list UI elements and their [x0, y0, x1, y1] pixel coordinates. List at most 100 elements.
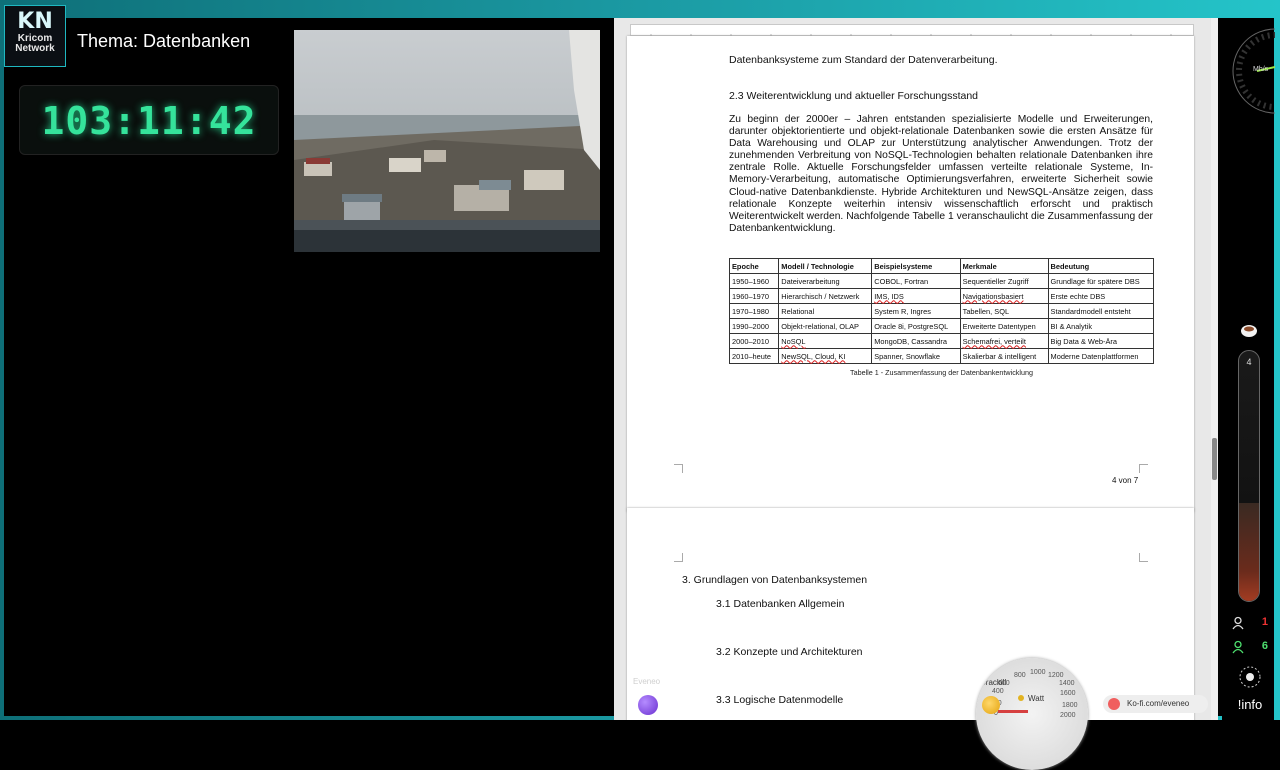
gauge-tick: 600	[998, 680, 1010, 687]
table-cell: NewSQL, Cloud, KI	[778, 348, 873, 364]
table-cell: Moderne Datenplattformen	[1047, 348, 1155, 364]
page-number-field: 4 von 7	[1112, 476, 1139, 485]
table-cell: Sequentieller Zugriff	[959, 273, 1049, 289]
previous-text-line: Datenbanksysteme zum Standard der Datenv…	[729, 54, 998, 66]
chapter-heading-3: 3. Grundlagen von Datenbanksystemen	[682, 574, 868, 586]
kricom-network-logo: KN Kricom Network	[4, 5, 66, 67]
coffee-meter-fill	[1239, 503, 1259, 601]
info-label: !info	[1237, 697, 1263, 712]
sparkle-icon	[1239, 666, 1261, 688]
body-paragraph[interactable]: Zu beginn der 2000er – Jahren entstanden…	[729, 114, 1153, 235]
viewer-count: 1	[1261, 616, 1268, 628]
table-cell: IMS, IDS	[871, 288, 961, 304]
coffee-meter: 4	[1238, 350, 1260, 602]
timer-value: 103:11:42	[41, 99, 257, 143]
gauge-tick: 1200	[1048, 672, 1064, 679]
document-page-4[interactable]: Datenbanksysteme zum Standard der Datenv…	[627, 36, 1194, 512]
table-cell: Hierarchisch / Netzwerk	[778, 288, 873, 304]
table-row: 1950–1960 Dateiverarbeitung COBOL, Fortr…	[728, 273, 1155, 289]
table-cell: MongoDB, Cassandra	[871, 333, 961, 349]
table-cell: NoSQL	[778, 333, 873, 349]
info-command-box: !info	[1228, 660, 1272, 716]
table-cell: 2010–heute	[728, 348, 780, 364]
webcam-landscape-image	[294, 30, 600, 252]
table-cell: 2000–2010	[728, 333, 780, 349]
gauge-tick: 800	[1014, 672, 1026, 679]
table-cell: Erste echte DBS	[1047, 288, 1155, 304]
topic-title: Thema: Datenbanken	[77, 31, 251, 51]
table-row: 1970–1980 Relational System R, Ingres Ta…	[728, 303, 1155, 319]
table-cell: Spanner, Snowflake	[871, 348, 961, 364]
document-scrollbar[interactable]	[1211, 18, 1218, 720]
gauge-tick: 1600	[1060, 690, 1076, 697]
kofi-link-text: Ko-fi.com/eveneo	[1127, 699, 1190, 708]
stream-timer: 103:11:42	[19, 85, 279, 155]
document-page-5[interactable]: 3. Grundlagen von Datenbanksystemen 3.1 …	[627, 508, 1194, 720]
watt-indicator-dot	[1018, 695, 1024, 701]
table-header-row: Epoche Modell / Technologie Beispielsyst…	[728, 258, 1155, 274]
table-cell: 1970–1980	[728, 303, 780, 319]
user-icon	[1232, 640, 1244, 654]
gauge-needle	[998, 710, 1028, 713]
scrollbar-thumb[interactable]	[1212, 438, 1217, 480]
section-heading-2-3: 2.3 Weiterentwicklung und aktueller Fors…	[729, 90, 979, 102]
follower-count: 6	[1261, 640, 1268, 652]
table-cell: System R, Ingres	[871, 303, 961, 319]
table-row: 1990–2000 Objekt-relational, OLAP Oracle…	[728, 318, 1155, 334]
table-row: 2010–heute NewSQL, Cloud, KI Spanner, Sn…	[728, 348, 1155, 364]
table-header-cell: Bedeutung	[1047, 258, 1155, 274]
table-cell: COBOL, Fortran	[871, 273, 961, 289]
table-cell: 1990–2000	[728, 318, 780, 334]
table-header-cell: Beispielsysteme	[871, 258, 961, 274]
follower-count-row: 6	[1228, 638, 1274, 656]
viewer-count-row: 1	[1228, 614, 1274, 632]
gauge-tick: 400	[992, 688, 1004, 695]
table-cell: Relational	[778, 303, 873, 319]
table-header-cell: Merkmale	[959, 258, 1049, 274]
gauge-unit: Watt	[1028, 694, 1045, 703]
table-cell: BI & Analytik	[1047, 318, 1155, 334]
table-cell: 1950–1960	[728, 273, 780, 289]
gauge-tick: 1800	[1062, 702, 1078, 709]
table-row: 2000–2010 NoSQL MongoDB, Cassandra Schem…	[728, 333, 1155, 349]
page-corner-mark	[674, 464, 683, 473]
table-cell: Navigationsbasiert	[959, 288, 1049, 304]
logo-initials: KN	[17, 9, 53, 34]
document-viewer[interactable]: Datenbanksysteme zum Standard der Datenv…	[614, 18, 1218, 720]
table-cell: Grundlage für spätere DBS	[1047, 273, 1155, 289]
section-heading-3-3: 3.3 Logische Datenmodelle	[716, 694, 844, 706]
table-cell: Oracle 8i, PostgreSQL	[871, 318, 961, 334]
purple-orb-icon	[638, 695, 658, 715]
section-heading-3-2: 3.2 Konzepte und Architekturen	[716, 646, 863, 658]
table-cell: 1960–1970	[728, 288, 780, 304]
webcam-feed	[294, 30, 600, 252]
speed-unit: Mh/s	[1253, 66, 1269, 73]
page-corner-mark	[1139, 553, 1148, 562]
coffee-cup-icon	[1241, 325, 1257, 337]
section-heading-3-1: 3.1 Datenbanken Allgemein	[716, 598, 845, 610]
table-header-cell: Epoche	[728, 258, 780, 274]
summary-table[interactable]: Epoche Modell / Technologie Beispielsyst…	[728, 258, 1155, 364]
page-corner-mark	[674, 553, 683, 562]
table-cell: Schemafrei, verteilt	[959, 333, 1049, 349]
gauge-tick: 1400	[1059, 680, 1075, 687]
gauge-tick: 2000	[1060, 712, 1076, 719]
user-icon	[1232, 616, 1244, 630]
table-cell: Objekt-relational, OLAP	[778, 318, 873, 334]
table-cell: Big Data & Web-Ära	[1047, 333, 1155, 349]
logo-line-network: Network	[15, 43, 55, 54]
table-row: 1960–1970 Hierarchisch / Netzwerk IMS, I…	[728, 288, 1155, 304]
gauge-tick: 1000	[1030, 669, 1046, 676]
power-gauge: Crackill 800 1000 1200 600 1400 400 1600…	[976, 658, 1088, 770]
table-cell: Tabellen, SQL	[959, 303, 1049, 319]
table-cell: Standardmodell entsteht	[1047, 303, 1155, 319]
kofi-badge[interactable]: Ko-fi.com/eveneo	[1103, 695, 1208, 713]
table-cell: Skalierbar & intelligent	[959, 348, 1049, 364]
coffee-level: 4	[1246, 357, 1252, 367]
table-header-cell: Modell / Technologie	[778, 258, 873, 274]
horizontal-ruler[interactable]	[630, 24, 1194, 38]
orb-label: Eveneo	[633, 677, 661, 686]
table-caption: Tabelle 1 - Zusammenfassung der Datenban…	[850, 368, 1033, 377]
hashrate-gauge: Mh/s	[1227, 26, 1280, 116]
table-cell: Dateiverarbeitung	[778, 273, 873, 289]
